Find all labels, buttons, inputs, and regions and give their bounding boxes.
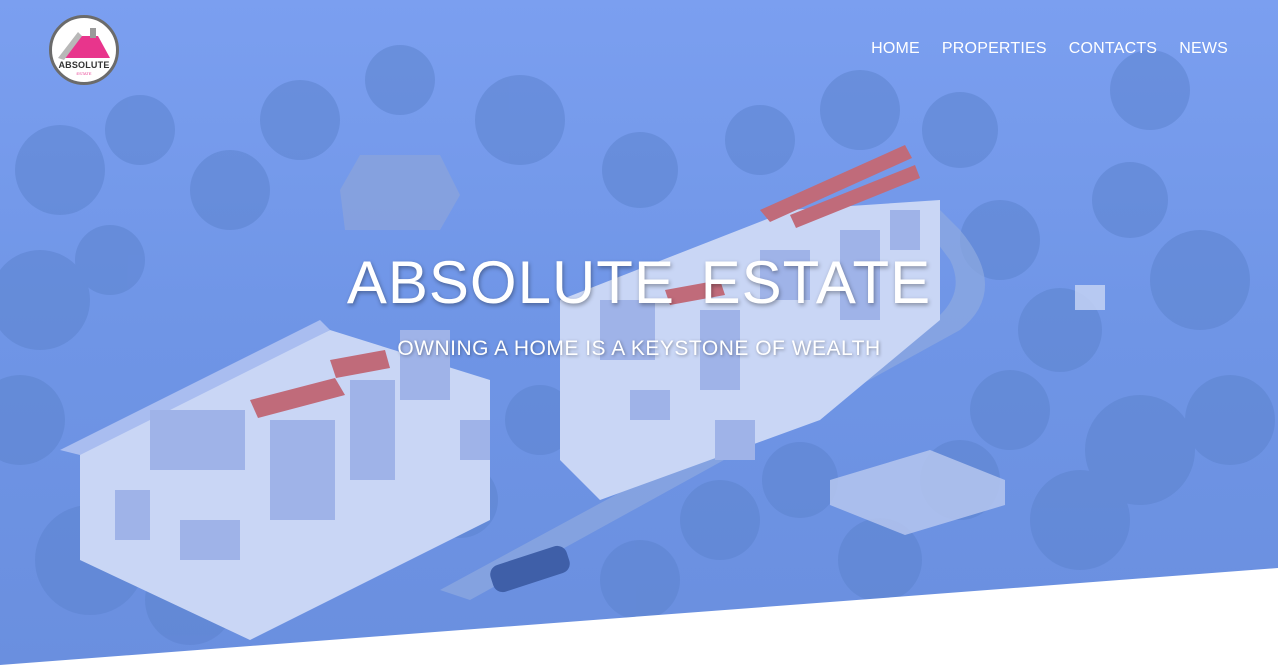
logo-subtext: ESTATE (76, 71, 92, 76)
brand-logo[interactable]: ABSOLUTE ESTATE (49, 15, 119, 85)
hero-section: ABSOLUTE ESTATE HOME PROPERTIES CONTACTS… (0, 0, 1278, 665)
logo-text: ABSOLUTE (58, 60, 110, 70)
hero-title: ABSOLUTE ESTATE (346, 249, 932, 316)
nav-item-properties[interactable]: PROPERTIES (942, 40, 1047, 58)
nav-item-home[interactable]: HOME (871, 40, 920, 58)
hero-bottom-divider (0, 568, 1278, 665)
nav-item-contacts[interactable]: CONTACTS (1069, 40, 1157, 58)
nav-item-news[interactable]: NEWS (1179, 40, 1228, 58)
main-nav: HOME PROPERTIES CONTACTS NEWS (871, 40, 1228, 58)
hero-subtitle: OWNING A HOME IS A KEYSTONE OF WEALTH (397, 337, 881, 360)
